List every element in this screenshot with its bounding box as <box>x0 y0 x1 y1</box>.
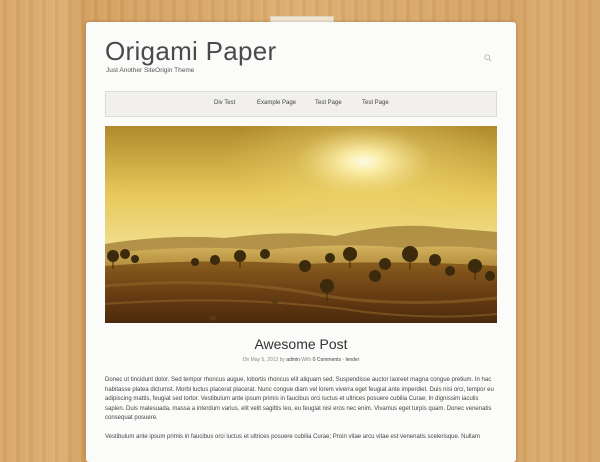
post-category-link[interactable]: lender <box>345 357 359 363</box>
paper-page: Origami Paper Just Another SiteOrigin Th… <box>86 22 516 462</box>
post-meta-by: by <box>279 357 285 363</box>
search-icon[interactable] <box>484 54 492 62</box>
nav-item-test-page-2[interactable]: Test Page <box>362 100 389 106</box>
post-meta-with: With <box>301 357 312 363</box>
main-navigation: Div Test Example Page Test Page Test Pag… <box>105 91 497 117</box>
nav-item-test-page[interactable]: Test Page <box>315 100 342 106</box>
nav-item-div-test[interactable]: Div Test <box>214 100 235 106</box>
post-author-link[interactable]: admin <box>286 357 300 363</box>
post-title[interactable]: Awesome Post <box>105 336 497 352</box>
post-content: Donec ut tincidunt dolor. Sed tempor rho… <box>105 376 497 451</box>
post-meta-separator: - <box>342 357 345 363</box>
nav-item-example-page[interactable]: Example Page <box>257 100 296 106</box>
site-title[interactable]: Origami Paper <box>105 36 277 67</box>
site-tagline: Just Another SiteOrigin Theme <box>106 67 195 74</box>
post-paragraph: Donec ut tincidunt dolor. Sed tempor rho… <box>105 377 494 421</box>
post-meta-on: On <box>242 357 250 363</box>
post-comments-link[interactable]: 0 Comments <box>313 357 341 363</box>
featured-image[interactable] <box>105 126 497 323</box>
post-meta: On May 5, 2013 by admin With 0 Comments … <box>105 357 497 363</box>
post-date: May 5, 2013 <box>250 357 279 363</box>
post-paragraph: Vestibulum ante ipsum primis in faucibus… <box>105 433 480 440</box>
